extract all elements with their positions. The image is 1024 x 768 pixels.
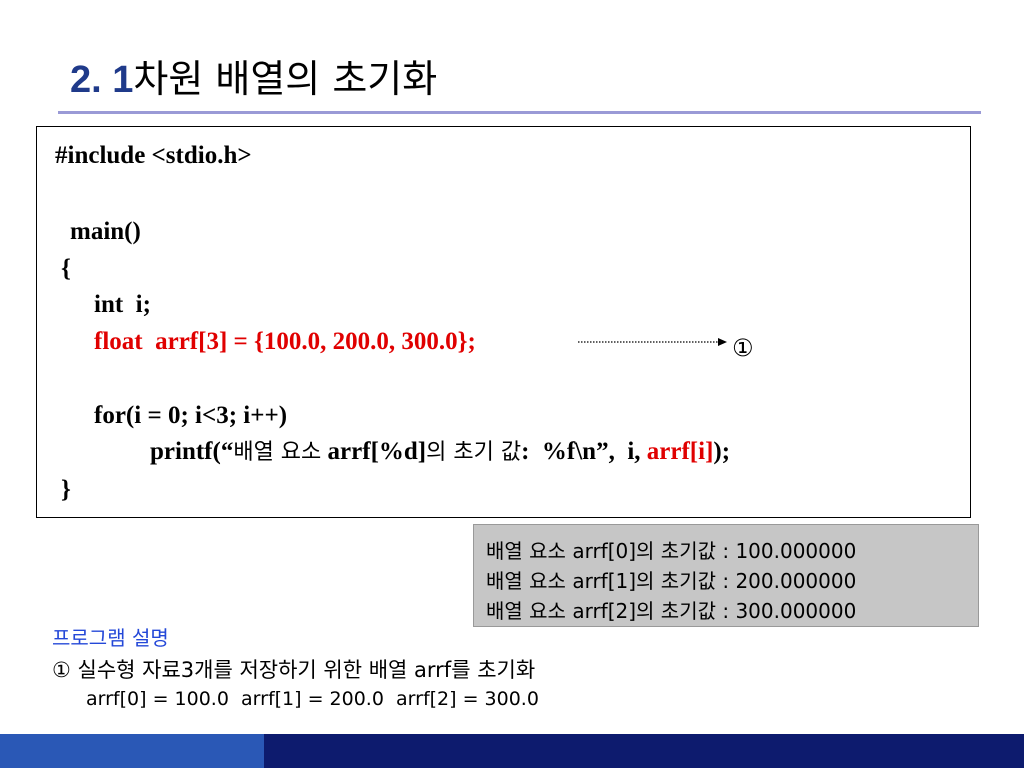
printf-part-c: : %f\n”, i,	[521, 438, 647, 465]
code-line-printf: printf(“배열 요소 arrf[%d]의 초기 값: %f\n”, i, …	[150, 437, 730, 468]
printf-korean-1: 배열 요소	[233, 440, 322, 465]
code-line-int-decl: int i;	[94, 291, 151, 318]
output-line-2: 배열 요소 arrf[2]의 초기값 : 300.000000	[486, 599, 857, 623]
title-underline	[58, 111, 981, 114]
printf-part-d: );	[713, 438, 731, 465]
code-line-open-brace: {	[61, 255, 71, 282]
slide-title-number: 2. 1	[70, 59, 134, 101]
code-box: #include <stdio.h> main() { int i; float…	[36, 126, 971, 518]
slide-title: 2. 1차원 배열의 초기화	[70, 48, 437, 103]
output-box: 배열 요소 arrf[0]의 초기값 : 100.000000 배열 요소 ar…	[473, 524, 979, 627]
printf-part-a: printf(“	[150, 438, 234, 465]
printf-part-b: arrf[%d]	[321, 438, 427, 465]
description-line-1: ① 실수형 자료3개를 저장하기 위한 배열 arrf를 초기화	[52, 658, 536, 682]
dotted-arrow-icon	[578, 338, 727, 346]
printf-korean-2: 의 초기 값	[426, 440, 522, 465]
code-line-main: main()	[70, 218, 141, 245]
code-line-include: #include <stdio.h>	[55, 142, 252, 169]
annotation-marker: ①	[732, 334, 754, 362]
footer-bar-right	[264, 734, 1024, 768]
code-line-for: for(i = 0; i<3; i++)	[94, 402, 288, 429]
output-line-1: 배열 요소 arrf[1]의 초기값 : 200.000000	[486, 569, 857, 593]
description-line-2: arrf[0] = 100.0 arrf[1] = 200.0 arrf[2] …	[86, 688, 539, 710]
slide-title-text: 차원 배열의 초기화	[133, 57, 438, 101]
output-line-0: 배열 요소 arrf[0]의 초기값 : 100.000000	[486, 539, 857, 563]
printf-part-red: arrf[i]	[646, 438, 714, 465]
footer-bar-left	[0, 734, 264, 768]
code-line-close-brace: }	[61, 476, 71, 503]
code-line-float-decl: float arrf[3] = {100.0, 200.0, 300.0};	[94, 328, 476, 355]
description-title: 프로그램 설명	[52, 626, 169, 650]
